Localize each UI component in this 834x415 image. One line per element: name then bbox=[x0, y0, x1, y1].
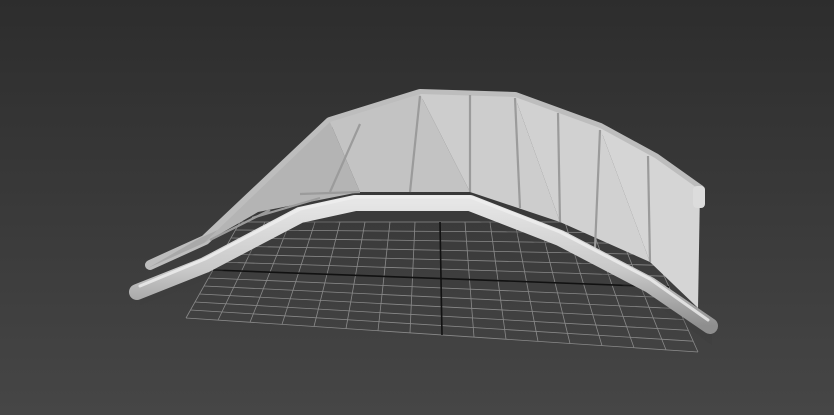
back-rail-end-cap bbox=[693, 186, 705, 208]
3d-viewport[interactable] bbox=[0, 0, 834, 415]
viewport-canvas[interactable] bbox=[0, 0, 834, 415]
